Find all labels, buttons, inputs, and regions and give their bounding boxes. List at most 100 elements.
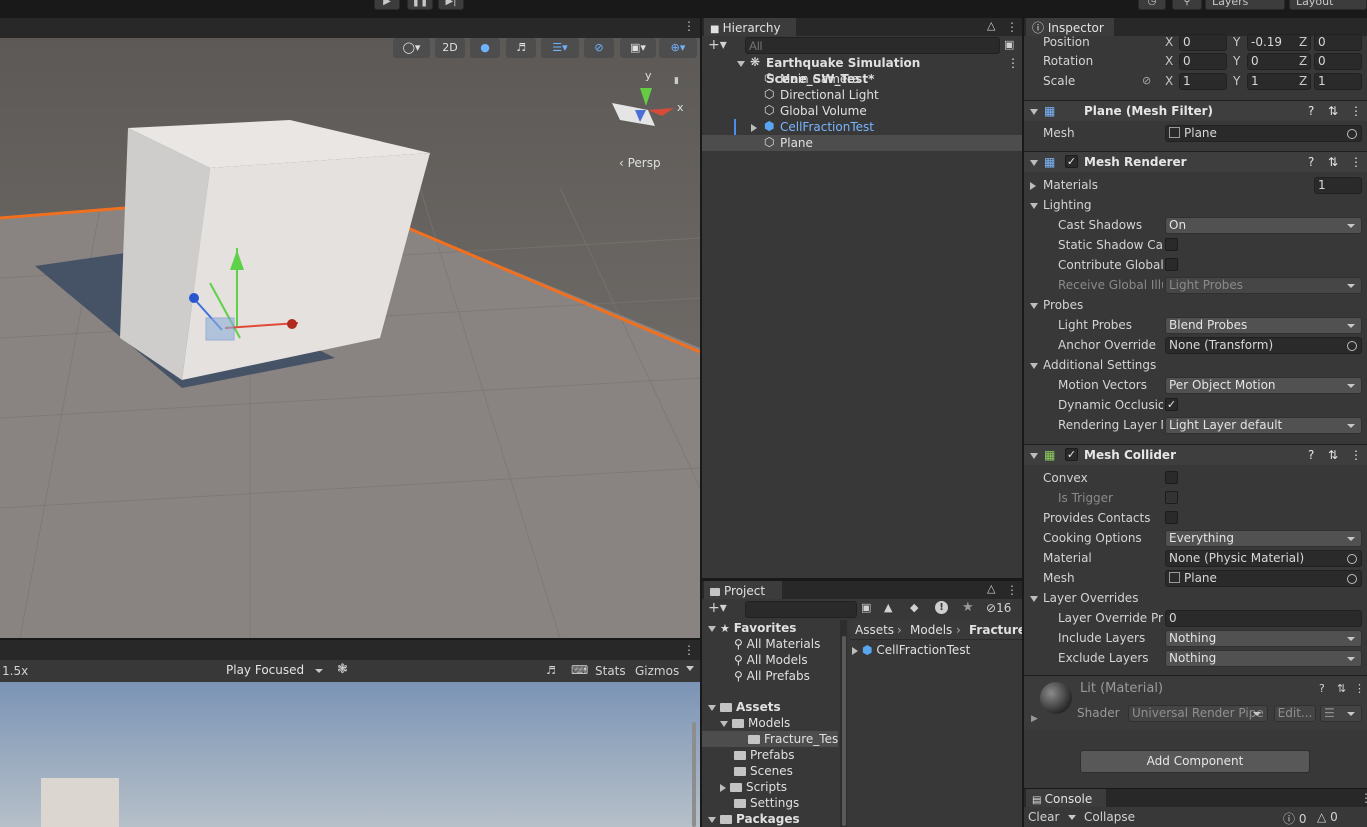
play-mode-dropdown[interactable]: Play Focused [222,662,330,679]
console-clear-button[interactable]: Clear [1028,810,1059,824]
game-scale-label[interactable]: 1.5x [2,664,28,678]
shader-options-dropdown[interactable]: ☰ [1320,705,1362,722]
gizmos-button[interactable]: Gizmos [635,664,679,678]
favorites-header[interactable]: ★ Favorites [708,620,796,636]
settings-folder[interactable]: Settings [734,795,799,811]
mesh-collider-header[interactable]: ▦ ✓ Mesh Collider ? ⇅ ⋮ [1024,444,1367,465]
collider-material-field[interactable]: None (Physic Material) [1165,550,1362,567]
project-lock-icon[interactable]: △ [987,582,995,595]
hierarchy-search-input[interactable] [745,37,1000,54]
prefabs-folder[interactable]: Prefabs [734,747,795,763]
breadcrumb-models[interactable]: Models [910,622,952,638]
presets-icon[interactable]: ⇅ [1328,152,1338,172]
light-probes-dropdown[interactable]: Blend Probes [1165,317,1362,334]
game-menu-icon[interactable]: ⋮ [683,644,695,656]
effects-toggle-icon[interactable]: ☰▾ [541,38,579,58]
favorite-all-prefabs[interactable]: ⚲ All Prefabs [734,668,810,684]
packages-folder[interactable]: Packages [708,811,800,827]
scene-menu-kebab[interactable]: ⋮ [1007,55,1019,71]
hidden-objects-icon[interactable]: ⊘ [584,38,614,58]
dynamic-occlusion-checkbox[interactable]: ✓ [1165,398,1178,411]
add-component-button[interactable]: Add Component [1080,750,1310,773]
fracture-folder[interactable]: Fracture_Tes [702,731,838,747]
favorite-all-materials[interactable]: ⚲ All Materials [734,636,820,652]
history-icon[interactable]: ◷ [1138,0,1166,10]
layers-dropdown[interactable]: Layers [1205,0,1285,10]
provides-contacts-checkbox[interactable] [1165,511,1178,524]
search-by-type-icon[interactable]: ▣ [861,601,871,614]
layer-overrides-foldout[interactable]: Layer Overrides [1024,588,1367,608]
project-search-input[interactable] [745,601,857,618]
search-icon[interactable]: ⚲ [1172,0,1202,10]
mesh-filter-header[interactable]: ▦ Plane (Mesh Filter) ? ⇅ ⋮ [1024,100,1367,121]
shading-mode-button[interactable]: ◯▾ [393,38,430,58]
hierarchy-item-plane[interactable]: ⬡ Plane [702,135,1022,151]
hierarchy-item-global-volume[interactable]: ⬡ Global Volume [702,103,1022,119]
help-icon[interactable]: ? [1308,445,1314,465]
collider-mesh-field[interactable]: Plane [1165,570,1362,587]
rendering-layer-dropdown[interactable]: Light Layer default [1165,417,1362,434]
scripts-folder[interactable]: Scripts [720,779,787,795]
breadcrumb-assets[interactable]: Assets [855,622,894,638]
play-button[interactable]: ▶ [374,0,400,10]
layer-override-priority-field[interactable]: 0 [1165,610,1362,627]
hierarchy-menu-icon[interactable]: ⋮ [1006,21,1018,33]
step-button[interactable]: ▶| [438,0,464,10]
console-menu-icon[interactable]: ⋮ [1360,792,1367,804]
scale-z-field[interactable]: 1 [1314,73,1362,90]
lighting-foldout[interactable]: Lighting [1024,195,1367,215]
project-menu-icon[interactable]: ⋮ [1006,584,1018,596]
game-scrollbar[interactable] [692,722,696,827]
position-x-field[interactable]: 0 [1179,34,1227,51]
anchor-override-field[interactable]: None (Transform) [1165,337,1362,354]
presets-icon[interactable]: ⇅ [1328,101,1338,121]
persp-label[interactable]: ‹ Persp [619,156,661,170]
lighting-toggle-icon[interactable]: ● [470,38,500,58]
clear-options-icon[interactable] [1068,815,1076,820]
favorite-star-icon[interactable]: ★ [962,600,974,615]
hierarchy-lock-icon[interactable]: △ [987,19,995,32]
additional-settings-foldout[interactable]: Additional Settings [1024,355,1367,375]
shader-edit-button[interactable]: Edit... [1274,705,1316,722]
probes-foldout[interactable]: Probes [1024,295,1367,315]
convex-checkbox[interactable] [1165,471,1178,484]
cast-shadows-dropdown[interactable]: On [1165,217,1362,234]
help-icon[interactable]: ? [1308,101,1314,121]
scale-x-field[interactable]: 1 [1179,73,1227,90]
scene-viewport[interactable] [0,38,700,638]
presets-icon[interactable]: ⇅ [1337,682,1346,695]
breadcrumb-fracture[interactable]: Fracture_ [969,622,1022,638]
project-tree-scrollbar[interactable] [842,636,846,826]
console-collapse-button[interactable]: Collapse [1084,810,1135,824]
object-picker-icon[interactable] [1347,129,1357,139]
materials-row[interactable]: Materials 1 [1024,175,1367,195]
hierarchy-item-main-camera[interactable]: ⬡ Main Camera [702,71,1022,87]
include-layers-dropdown[interactable]: Nothing [1165,630,1362,647]
position-z-field[interactable]: 0 [1314,34,1362,51]
object-picker-icon[interactable] [1347,574,1357,584]
scene-root-row[interactable]: ❋ Earthquake Simulation Scene_SW_Test* ⋮ [702,55,1022,86]
keyboard-icon[interactable]: ⌨ [571,663,588,677]
layout-dropdown[interactable]: Layout [1289,0,1367,10]
component-menu-icon[interactable]: ⋮ [1350,152,1362,172]
tab-console[interactable]: ▤ Console [1026,789,1106,807]
motion-vectors-dropdown[interactable]: Per Object Motion [1165,377,1362,394]
hierarchy-item-directional-light[interactable]: ⬡ Directional Light [702,87,1022,103]
tab-hierarchy[interactable]: ■ Hierarchy [704,18,796,36]
gizmos-dropdown-icon[interactable] [686,666,694,671]
material-expand-icon[interactable]: ▶ [1031,714,1038,724]
mesh-collider-enabled-checkbox[interactable]: ✓ [1065,448,1078,461]
help-icon[interactable]: ? [1308,152,1314,172]
component-menu-icon[interactable]: ⋮ [1350,101,1362,121]
console-error-count[interactable]: ⓘ 0 [1283,810,1306,827]
stats-button[interactable]: Stats [595,664,626,678]
favorite-all-models[interactable]: ⚲ All Models [734,652,808,668]
static-shadow-checkbox[interactable] [1165,238,1178,251]
models-folder[interactable]: Models [720,715,790,731]
presets-icon[interactable]: ⇅ [1328,445,1338,465]
exclude-layers-dropdown[interactable]: Nothing [1165,650,1362,667]
materials-count-field[interactable]: 1 [1314,177,1362,194]
mesh-renderer-enabled-checkbox[interactable]: ✓ [1065,155,1078,168]
hierarchy-item-cellfractiontest[interactable]: ⬢ CellFractionTest [702,119,1022,135]
tab-project[interactable]: Project [704,581,782,599]
